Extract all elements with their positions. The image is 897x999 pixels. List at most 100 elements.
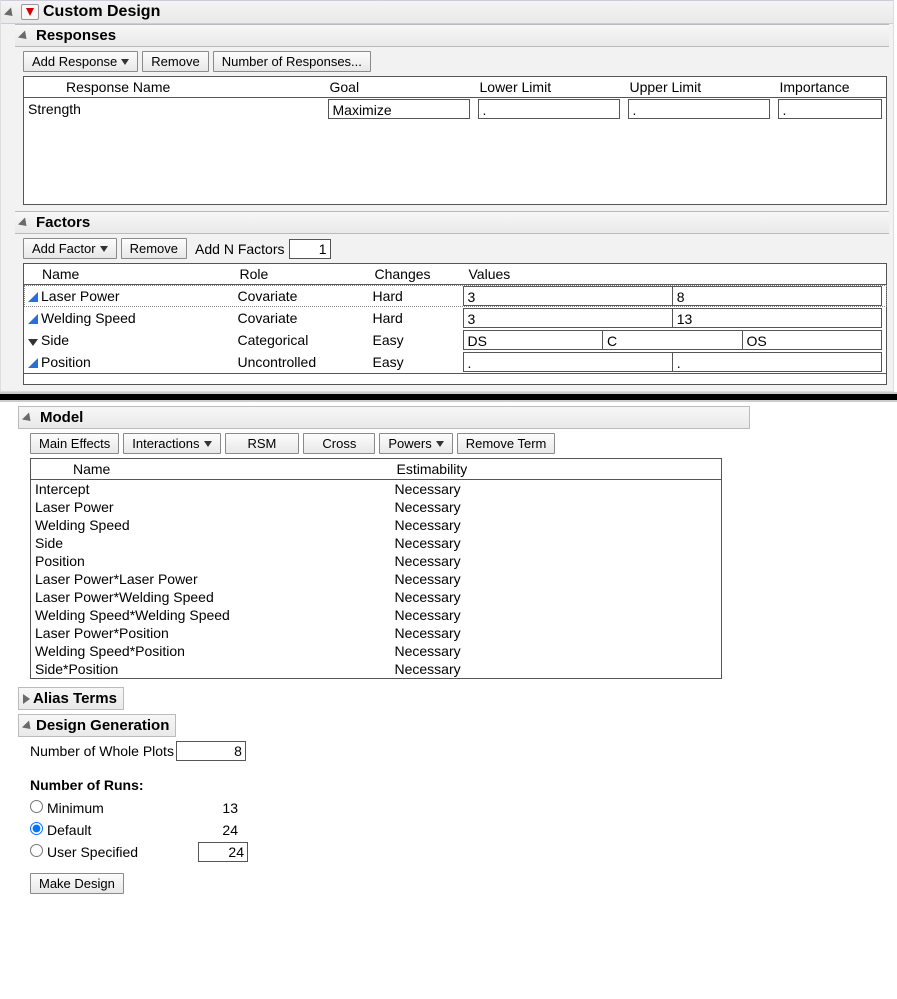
model-estimability[interactable]: Necessary — [391, 588, 722, 606]
factor-name: Welding Speed — [41, 310, 136, 326]
model-estimability[interactable]: Necessary — [391, 516, 722, 534]
factor-changes[interactable]: Hard — [369, 285, 459, 308]
disclosure-icon[interactable] — [18, 30, 30, 42]
value-cell[interactable]: 3 — [463, 286, 673, 306]
remove-term-button[interactable]: Remove Term — [457, 433, 556, 454]
remove-factor-button[interactable]: Remove — [121, 238, 187, 259]
runs-option[interactable]: Minimum13 — [30, 797, 893, 819]
response-name-cell[interactable]: Strength — [24, 98, 324, 121]
interactions-button[interactable]: Interactions — [123, 433, 220, 454]
model-estimability[interactable]: Necessary — [391, 534, 722, 552]
model-row[interactable]: Laser Power*Laser PowerNecessary — [31, 570, 722, 588]
disclosure-icon[interactable] — [4, 7, 16, 19]
model-row[interactable]: PositionNecessary — [31, 552, 722, 570]
powers-button[interactable]: Powers — [379, 433, 452, 454]
factor-role[interactable]: Covariate — [234, 285, 369, 308]
model-estimability[interactable]: Necessary — [391, 606, 722, 624]
disclosure-icon[interactable] — [22, 412, 34, 424]
interactions-label: Interactions — [132, 436, 199, 451]
value-cell[interactable]: 8 — [673, 286, 882, 306]
main-effects-button[interactable]: Main Effects — [30, 433, 119, 454]
runs-option-label: User Specified — [47, 844, 138, 860]
chevron-down-icon — [100, 246, 108, 252]
col-role[interactable]: Role — [234, 264, 369, 285]
num-responses-button[interactable]: Number of Responses... — [213, 51, 371, 72]
runs-radio[interactable] — [30, 844, 43, 857]
model-row[interactable]: Welding SpeedNecessary — [31, 516, 722, 534]
runs-radio[interactable] — [30, 822, 43, 835]
model-row[interactable]: SideNecessary — [31, 534, 722, 552]
factor-changes[interactable]: Hard — [369, 307, 459, 329]
model-row[interactable]: Welding Speed*Welding SpeedNecessary — [31, 606, 722, 624]
model-estimability[interactable]: Necessary — [391, 660, 722, 679]
factor-row[interactable]: Welding Speed CovariateHard313 — [24, 307, 887, 329]
disclosure-closed-icon[interactable] — [23, 694, 30, 704]
whole-plots-input[interactable] — [176, 741, 246, 761]
col-model-name[interactable]: Name — [31, 459, 391, 480]
runs-option[interactable]: Default24 — [30, 819, 893, 841]
model-estimability[interactable]: Necessary — [391, 624, 722, 642]
col-values[interactable]: Values — [459, 264, 887, 285]
col-estimability[interactable]: Estimability — [391, 459, 722, 480]
user-specified-runs-input[interactable] — [198, 842, 248, 862]
model-row[interactable]: Side*PositionNecessary — [31, 660, 722, 679]
col-goal[interactable]: Goal — [324, 77, 474, 98]
rsm-button[interactable]: RSM — [225, 433, 300, 454]
factor-role[interactable]: Covariate — [234, 307, 369, 329]
col-name[interactable]: Name — [24, 264, 234, 285]
model-row[interactable]: Laser Power*PositionNecessary — [31, 624, 722, 642]
value-cell[interactable]: . — [463, 352, 673, 372]
chevron-down-icon — [121, 59, 129, 65]
model-row[interactable]: Laser Power*Welding SpeedNecessary — [31, 588, 722, 606]
model-estimability[interactable]: Necessary — [391, 480, 722, 499]
alias-terms-header[interactable]: Alias Terms — [18, 687, 124, 710]
goal-cell[interactable]: Maximize — [328, 99, 470, 119]
response-row[interactable]: Strength Maximize . . . — [24, 98, 887, 121]
runs-option[interactable]: User Specified — [30, 841, 893, 863]
lower-cell[interactable]: . — [478, 99, 620, 119]
value-cell[interactable]: . — [673, 352, 882, 372]
continuous-icon — [28, 358, 38, 368]
value-cell[interactable]: 3 — [463, 308, 673, 328]
model-estimability[interactable]: Necessary — [391, 642, 722, 660]
importance-cell[interactable]: . — [778, 99, 883, 119]
make-design-button[interactable]: Make Design — [30, 873, 124, 894]
value-cell[interactable]: 13 — [673, 308, 882, 328]
value-cell[interactable]: DS — [463, 330, 604, 350]
upper-cell[interactable]: . — [628, 99, 770, 119]
add-n-factors-input[interactable] — [289, 239, 331, 259]
factor-changes[interactable]: Easy — [369, 351, 459, 374]
model-row[interactable]: InterceptNecessary — [31, 480, 722, 499]
add-factor-button[interactable]: Add Factor — [23, 238, 117, 259]
factor-role[interactable]: Uncontrolled — [234, 351, 369, 374]
add-response-button[interactable]: Add Response — [23, 51, 138, 72]
remove-response-button[interactable]: Remove — [142, 51, 208, 72]
runs-value: 13 — [198, 800, 238, 816]
factor-role[interactable]: Categorical — [234, 329, 369, 351]
value-cell[interactable]: OS — [743, 330, 883, 350]
factor-row[interactable]: PositionUncontrolledEasy.. — [24, 351, 887, 374]
col-lower[interactable]: Lower Limit — [474, 77, 624, 98]
panel-title: Custom Design — [43, 3, 160, 21]
factor-row[interactable]: SideCategoricalEasyDSCOS — [24, 329, 887, 351]
model-estimability[interactable]: Necessary — [391, 570, 722, 588]
runs-radio[interactable] — [30, 800, 43, 813]
factor-row[interactable]: Laser PowerCovariateHard38 — [24, 285, 887, 308]
disclosure-icon[interactable] — [22, 720, 34, 732]
model-estimability[interactable]: Necessary — [391, 552, 722, 570]
disclosure-icon[interactable] — [18, 217, 30, 229]
col-upper[interactable]: Upper Limit — [624, 77, 774, 98]
add-n-factors-label: Add N Factors — [195, 241, 284, 257]
col-changes[interactable]: Changes — [369, 264, 459, 285]
value-cell[interactable]: C — [603, 330, 743, 350]
model-estimability[interactable]: Necessary — [391, 498, 722, 516]
add-factor-label: Add Factor — [32, 241, 96, 256]
factor-changes[interactable]: Easy — [369, 329, 459, 351]
model-row[interactable]: Welding Speed*PositionNecessary — [31, 642, 722, 660]
model-row[interactable]: Laser PowerNecessary — [31, 498, 722, 516]
col-response-name[interactable]: Response Name — [24, 77, 324, 98]
model-term: Position — [31, 552, 391, 570]
cross-button[interactable]: Cross — [303, 433, 375, 454]
hotspot-icon[interactable] — [21, 4, 39, 20]
col-importance[interactable]: Importance — [774, 77, 887, 98]
